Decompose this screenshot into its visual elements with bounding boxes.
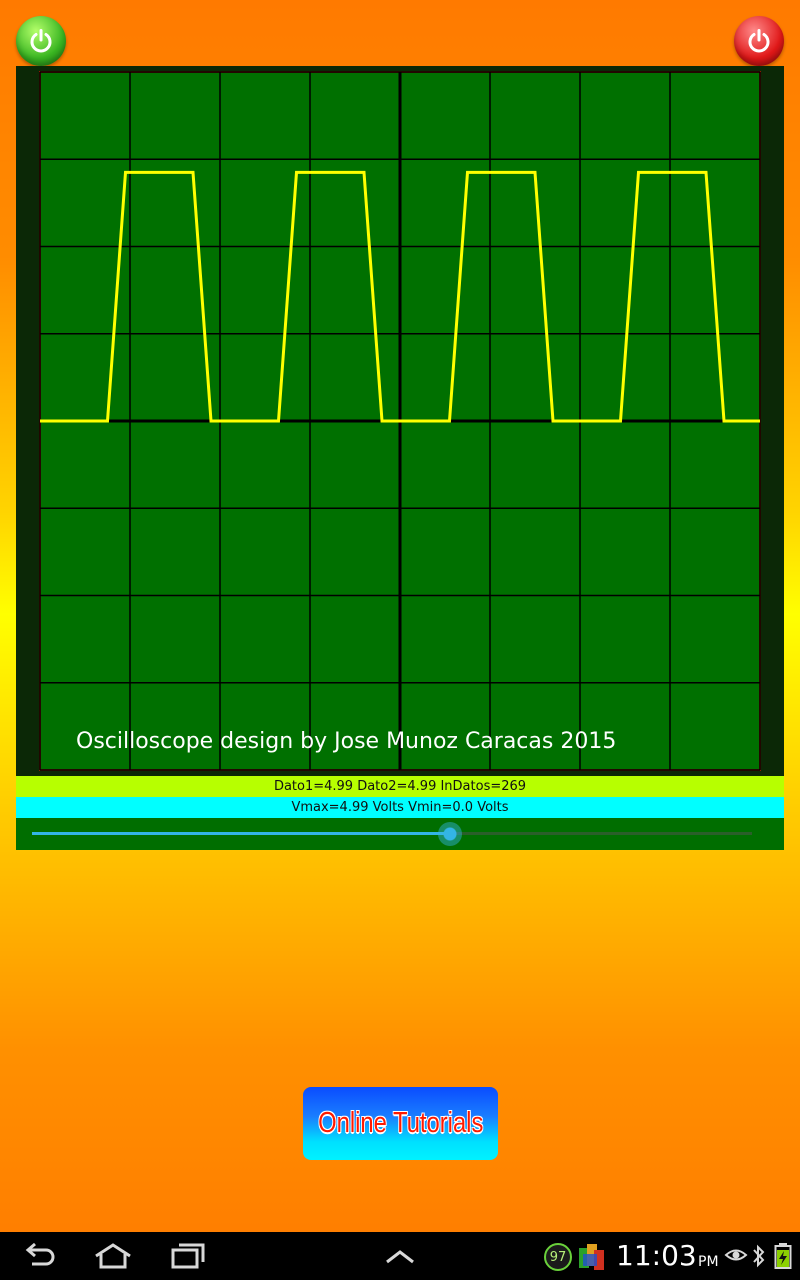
clock-ampm: PM	[698, 1254, 719, 1270]
timebase-slider-area	[16, 818, 784, 850]
power-off-button[interactable]	[734, 16, 784, 66]
chevron-up-icon[interactable]	[384, 1242, 416, 1270]
recent-apps-icon[interactable]	[170, 1242, 206, 1270]
system-navigation-bar: 97 11:03 PM	[0, 1232, 800, 1280]
dato-readout: Dato1=4.99 Dato2=4.99 InDatos=269	[16, 776, 784, 797]
oscilloscope-screen: Oscilloscope design by Jose Munoz Caraca…	[39, 71, 761, 771]
clock-time: 11:03	[616, 1239, 697, 1272]
power-on-icon	[30, 29, 52, 53]
bluetooth-icon	[753, 1244, 765, 1268]
oscilloscope-panel: Oscilloscope design by Jose Munoz Caraca…	[16, 66, 784, 776]
back-icon[interactable]	[22, 1242, 58, 1270]
slider-thumb[interactable]	[437, 822, 462, 846]
online-tutorials-button[interactable]: Online Tutorials	[303, 1087, 498, 1160]
app-notification-icon	[579, 1244, 604, 1270]
slider-fill	[32, 832, 450, 835]
power-off-icon	[748, 29, 770, 53]
voltage-range-readout: Vmax=4.99 Volts Vmin=0.0 Volts	[16, 797, 784, 818]
slider-track[interactable]	[32, 832, 752, 835]
scope-caption: Oscilloscope design by Jose Munoz Caraca…	[76, 729, 616, 754]
online-tutorials-label: Online Tutorials	[317, 1107, 484, 1139]
power-on-button[interactable]	[16, 16, 66, 66]
eye-icon	[724, 1249, 748, 1261]
home-icon[interactable]	[92, 1242, 134, 1270]
notification-count-badge: 97	[544, 1243, 572, 1271]
battery-charging-icon	[774, 1243, 792, 1269]
